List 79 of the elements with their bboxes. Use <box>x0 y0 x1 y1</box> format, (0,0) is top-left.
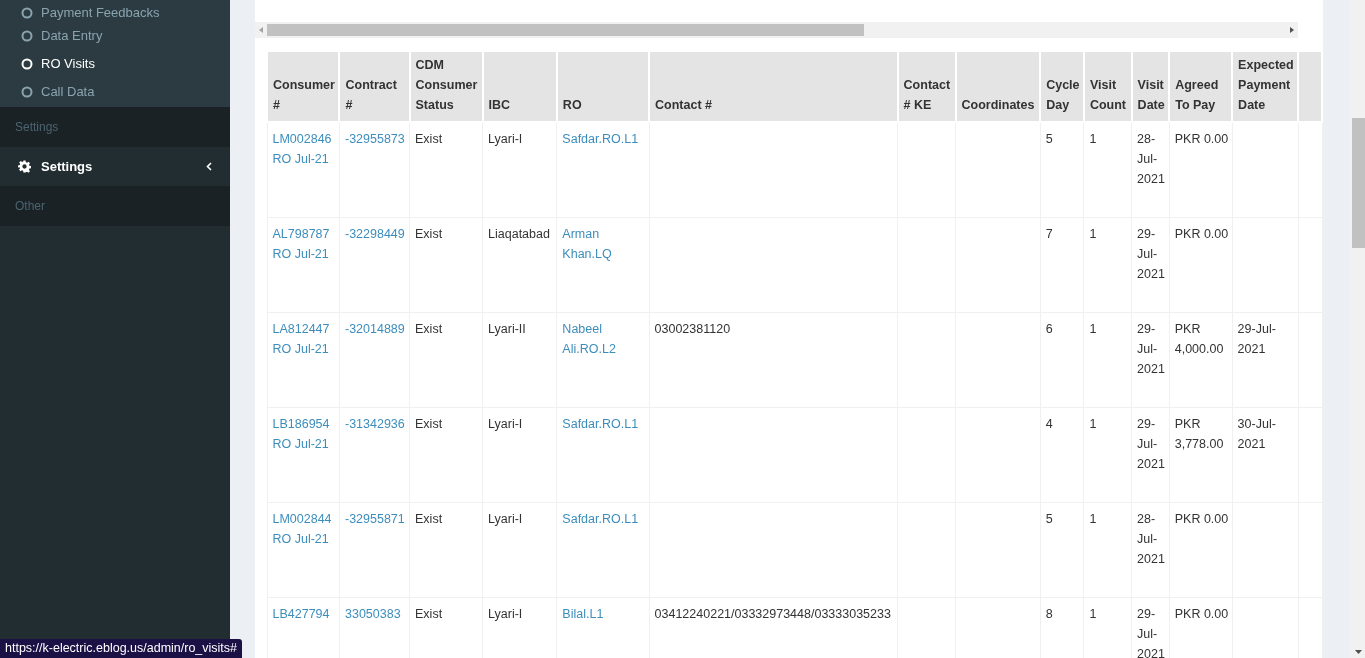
table-cell-text: 1 <box>1089 131 1098 148</box>
table-cell-text: 8 <box>1045 605 1054 623</box>
settings-icon <box>18 160 31 173</box>
table-cell-text: Exist <box>415 131 444 148</box>
table-cell-text: Lyari-I <box>488 131 524 148</box>
table-cell-text: 1 <box>1089 225 1098 243</box>
table-cell-text: Exist <box>415 510 444 528</box>
table-cell-text: Exist <box>415 320 444 338</box>
column-header: Contact # <box>649 51 898 122</box>
table-cell-text: PKR 4,000.00 <box>1174 320 1225 358</box>
table-cell-text: 5 <box>1045 131 1054 148</box>
table-cell-text: Lyari-I <box>488 605 524 623</box>
table-link[interactable]: -32955871 <box>345 508 406 529</box>
table-cell-text: PKR 0.00 <box>1174 605 1229 623</box>
circle-icon <box>21 58 33 70</box>
table-cell-text: PKR 0.00 <box>1174 225 1229 243</box>
table-cell-text: Lyari-II <box>488 320 527 338</box>
table-cell-text: 4 <box>1045 415 1054 433</box>
table-cell-text: PKR 3,778.00 <box>1174 415 1225 453</box>
table-link[interactable]: Safdar.RO.L1 <box>562 508 646 529</box>
column-header: Expected Payment Date <box>1232 51 1299 122</box>
scroll-down-icon[interactable] <box>1355 650 1362 654</box>
table-cell-text: PKR 0.00 <box>1174 131 1229 148</box>
table-cell-text: 30-Jul-2021 <box>1237 415 1277 453</box>
column-header: RO <box>556 51 650 122</box>
table-cell-text: 1 <box>1089 415 1098 433</box>
table-cell-text: 5 <box>1045 510 1054 528</box>
sidebar-subitem[interactable]: Call Data <box>0 78 230 106</box>
circle-icon <box>21 30 33 42</box>
column-header: Visit Count <box>1083 51 1132 122</box>
scroll-left-icon[interactable] <box>259 27 263 33</box>
table-cell-text: 29-Jul-2021 <box>1137 415 1166 473</box>
table-cell-text: 03002381120 <box>654 320 732 338</box>
table-cell-text: 03412240221/03332973448/03333035233 <box>654 605 892 623</box>
sidebar-section-header: Settings <box>15 119 59 136</box>
table-cell-text: Exist <box>415 605 444 623</box>
table-cell-text: Lyari-I <box>488 510 524 528</box>
table-link[interactable]: -32955873 <box>345 129 406 149</box>
table-link[interactable]: Safdar.RO.L1 <box>562 413 646 434</box>
table-cell-text: 6 <box>1045 320 1054 338</box>
table-cell-text: 29-Jul-2021 <box>1237 320 1277 358</box>
column-header: Consumer # <box>267 51 340 122</box>
table-cell-text: 7 <box>1045 225 1054 243</box>
table-cell-text: PKR 0.00 <box>1174 510 1229 528</box>
scroll-right-icon[interactable] <box>1290 27 1294 33</box>
table-cell-text: 29-Jul-2021 <box>1137 605 1166 658</box>
table-cell-text: 29-Jul-2021 <box>1137 225 1166 283</box>
table-cell-text: Liaqatabad <box>488 225 551 243</box>
table-link[interactable]: -32298449 <box>345 223 406 244</box>
scrollbar-thumb[interactable] <box>1352 118 1365 248</box>
sidebar-subitem[interactable]: Data Entry <box>0 22 230 50</box>
column-header: Contract # <box>339 51 410 122</box>
table-cell-text: Lyari-I <box>488 415 524 433</box>
status-url: https://k-electric.eblog.us/admin/ro_visits# <box>0 639 243 658</box>
sidebar-section-header: Other <box>15 198 45 215</box>
sidebar-subitem[interactable]: Payment Feedbacks <box>0 0 230 22</box>
table-cell-text: 1 <box>1089 510 1098 528</box>
sidebar-subitem[interactable]: RO Visits <box>0 50 230 78</box>
column-header: Agreed To Pay <box>1169 51 1233 122</box>
table-cell-text: Exist <box>415 225 444 243</box>
table-cell-text: 28-Jul-2021 <box>1137 510 1166 568</box>
table-cell-text: 1 <box>1089 320 1098 338</box>
column-header: Contact # KE <box>897 51 956 122</box>
table-link[interactable]: -31342936 <box>345 413 406 434</box>
table-link[interactable]: -32014889 <box>345 318 406 339</box>
column-header: Cycle Day <box>1040 51 1084 122</box>
column-header: CDM Consumer Status <box>409 51 483 122</box>
column-header: Visit Date <box>1131 51 1170 122</box>
column-header: Coordinates <box>955 51 1041 122</box>
table-cell-text: 1 <box>1089 605 1098 623</box>
circle-icon <box>21 7 33 19</box>
table-cell-text: Exist <box>415 415 444 433</box>
circle-icon <box>21 86 33 98</box>
table-link[interactable]: Safdar.RO.L1 <box>562 129 646 149</box>
table-cell-text: 28-Jul-2021 <box>1137 131 1166 188</box>
scrollbar-thumb[interactable] <box>267 24 864 36</box>
chevron-left-icon <box>206 162 212 171</box>
column-header: IBC <box>482 51 557 122</box>
table-cell-text: 29-Jul-2021 <box>1137 320 1166 378</box>
